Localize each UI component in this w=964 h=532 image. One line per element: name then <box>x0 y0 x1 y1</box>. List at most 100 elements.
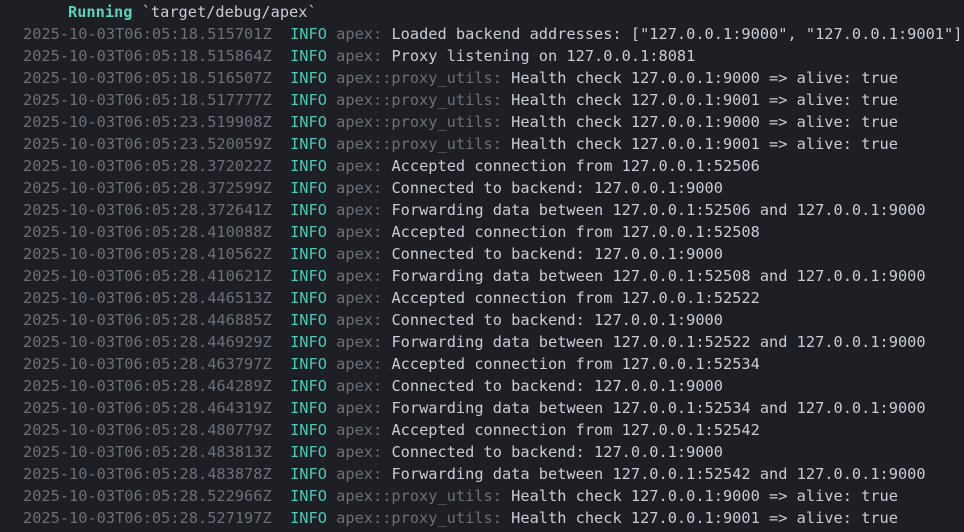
log-level: INFO <box>290 421 327 439</box>
log-timestamp: 2025-10-03T06:05:28.464289Z <box>23 377 272 395</box>
log-line: 2025-10-03T06:05:23.520059Z INFO apex::p… <box>0 133 964 155</box>
log-line: 2025-10-03T06:05:28.464319Z INFO apex: F… <box>0 397 964 419</box>
log-message: Accepted connection from 127.0.0.1:52542 <box>391 421 760 439</box>
log-message: Accepted connection from 127.0.0.1:52506 <box>391 157 760 175</box>
log-target: apex: <box>336 201 383 219</box>
log-target: apex: <box>336 421 383 439</box>
running-status: Running <box>68 3 133 21</box>
log-timestamp: 2025-10-03T06:05:28.372599Z <box>23 179 272 197</box>
log-target: apex::proxy_utils: <box>336 69 502 87</box>
log-target: apex: <box>336 267 383 285</box>
log-level: INFO <box>290 311 327 329</box>
log-message: Forwarding data between 127.0.0.1:52506 … <box>391 201 926 219</box>
log-timestamp: 2025-10-03T06:05:18.515864Z <box>23 47 272 65</box>
log-level: INFO <box>290 47 327 65</box>
log-message: Forwarding data between 127.0.0.1:52542 … <box>391 465 926 483</box>
log-timestamp: 2025-10-03T06:05:28.483878Z <box>23 465 272 483</box>
log-message: Connected to backend: 127.0.0.1:9000 <box>391 443 723 461</box>
log-target: apex: <box>336 25 383 43</box>
log-line: 2025-10-03T06:05:28.372641Z INFO apex: F… <box>0 199 964 221</box>
log-timestamp: 2025-10-03T06:05:28.372022Z <box>23 157 272 175</box>
log-line: 2025-10-03T06:05:28.446885Z INFO apex: C… <box>0 309 964 331</box>
log-target: apex: <box>336 399 383 417</box>
log-target: apex: <box>336 179 383 197</box>
log-line: 2025-10-03T06:05:18.515701Z INFO apex: L… <box>0 23 964 45</box>
log-target: apex: <box>336 47 383 65</box>
log-line: 2025-10-03T06:05:28.446929Z INFO apex: F… <box>0 331 964 353</box>
log-line: 2025-10-03T06:05:18.515864Z INFO apex: P… <box>0 45 964 67</box>
log-timestamp: 2025-10-03T06:05:28.372641Z <box>23 201 272 219</box>
log-target: apex: <box>336 333 383 351</box>
log-level: INFO <box>290 487 327 505</box>
log-line: 2025-10-03T06:05:28.410088Z INFO apex: A… <box>0 221 964 243</box>
log-message: Health check 127.0.0.1:9001 => alive: tr… <box>511 91 898 109</box>
running-command: `target/debug/apex` <box>141 3 317 21</box>
log-message: Health check 127.0.0.1:9000 => alive: tr… <box>511 113 898 131</box>
log-level: INFO <box>290 179 327 197</box>
log-timestamp: 2025-10-03T06:05:28.464319Z <box>23 399 272 417</box>
log-level: INFO <box>290 69 327 87</box>
log-line: 2025-10-03T06:05:28.463797Z INFO apex: A… <box>0 353 964 375</box>
log-message: Connected to backend: 127.0.0.1:9000 <box>391 179 723 197</box>
log-line: 2025-10-03T06:05:28.483813Z INFO apex: C… <box>0 441 964 463</box>
log-level: INFO <box>290 135 327 153</box>
log-level: INFO <box>290 113 327 131</box>
log-message: Loaded backend addresses: ["127.0.0.1:90… <box>391 25 963 43</box>
log-line: 2025-10-03T06:05:28.410621Z INFO apex: F… <box>0 265 964 287</box>
log-line: 2025-10-03T06:05:28.372599Z INFO apex: C… <box>0 177 964 199</box>
log-target: apex: <box>336 355 383 373</box>
log-timestamp: 2025-10-03T06:05:28.527197Z <box>23 509 272 527</box>
log-level: INFO <box>290 377 327 395</box>
log-line: 2025-10-03T06:05:28.410562Z INFO apex: C… <box>0 243 964 265</box>
cargo-running-line: Running `target/debug/apex` <box>0 1 964 23</box>
terminal-output[interactable]: Running `target/debug/apex` 2025-10-03T0… <box>0 0 964 532</box>
log-target: apex: <box>336 443 383 461</box>
log-line: 2025-10-03T06:05:28.464289Z INFO apex: C… <box>0 375 964 397</box>
log-message: Forwarding data between 127.0.0.1:52522 … <box>391 333 926 351</box>
log-target: apex::proxy_utils: <box>336 509 502 527</box>
log-level: INFO <box>290 443 327 461</box>
log-target: apex: <box>336 311 383 329</box>
log-level: INFO <box>290 399 327 417</box>
log-target: apex::proxy_utils: <box>336 135 502 153</box>
log-target: apex::proxy_utils: <box>336 487 502 505</box>
log-timestamp: 2025-10-03T06:05:18.515701Z <box>23 25 272 43</box>
log-level: INFO <box>290 25 327 43</box>
log-level: INFO <box>290 509 327 527</box>
log-lines: 2025-10-03T06:05:18.515701Z INFO apex: L… <box>0 23 964 529</box>
log-level: INFO <box>290 333 327 351</box>
log-message: Accepted connection from 127.0.0.1:52522 <box>391 289 760 307</box>
log-timestamp: 2025-10-03T06:05:28.410562Z <box>23 245 272 263</box>
log-level: INFO <box>290 201 327 219</box>
log-level: INFO <box>290 267 327 285</box>
log-target: apex: <box>336 465 383 483</box>
log-level: INFO <box>290 223 327 241</box>
log-message: Forwarding data between 127.0.0.1:52534 … <box>391 399 926 417</box>
log-timestamp: 2025-10-03T06:05:23.519908Z <box>23 113 272 131</box>
log-timestamp: 2025-10-03T06:05:28.463797Z <box>23 355 272 373</box>
log-message: Health check 127.0.0.1:9001 => alive: tr… <box>511 509 898 527</box>
log-target: apex::proxy_utils: <box>336 91 502 109</box>
log-timestamp: 2025-10-03T06:05:28.446929Z <box>23 333 272 351</box>
log-target: apex: <box>336 223 383 241</box>
log-line: 2025-10-03T06:05:28.372022Z INFO apex: A… <box>0 155 964 177</box>
log-line: 2025-10-03T06:05:28.446513Z INFO apex: A… <box>0 287 964 309</box>
log-timestamp: 2025-10-03T06:05:28.410088Z <box>23 223 272 241</box>
log-message: Health check 127.0.0.1:9000 => alive: tr… <box>511 69 898 87</box>
log-timestamp: 2025-10-03T06:05:28.410621Z <box>23 267 272 285</box>
log-level: INFO <box>290 289 327 307</box>
log-line: 2025-10-03T06:05:28.522966Z INFO apex::p… <box>0 485 964 507</box>
log-message: Health check 127.0.0.1:9000 => alive: tr… <box>511 487 898 505</box>
log-level: INFO <box>290 157 327 175</box>
log-line: 2025-10-03T06:05:28.527197Z INFO apex::p… <box>0 507 964 529</box>
log-message: Proxy listening on 127.0.0.1:8081 <box>391 47 696 65</box>
log-timestamp: 2025-10-03T06:05:28.446513Z <box>23 289 272 307</box>
log-line: 2025-10-03T06:05:28.483878Z INFO apex: F… <box>0 463 964 485</box>
log-level: INFO <box>290 355 327 373</box>
log-level: INFO <box>290 91 327 109</box>
log-timestamp: 2025-10-03T06:05:23.520059Z <box>23 135 272 153</box>
log-message: Connected to backend: 127.0.0.1:9000 <box>391 311 723 329</box>
log-message: Accepted connection from 127.0.0.1:52508 <box>391 223 760 241</box>
log-message: Health check 127.0.0.1:9001 => alive: tr… <box>511 135 898 153</box>
log-target: apex: <box>336 157 383 175</box>
